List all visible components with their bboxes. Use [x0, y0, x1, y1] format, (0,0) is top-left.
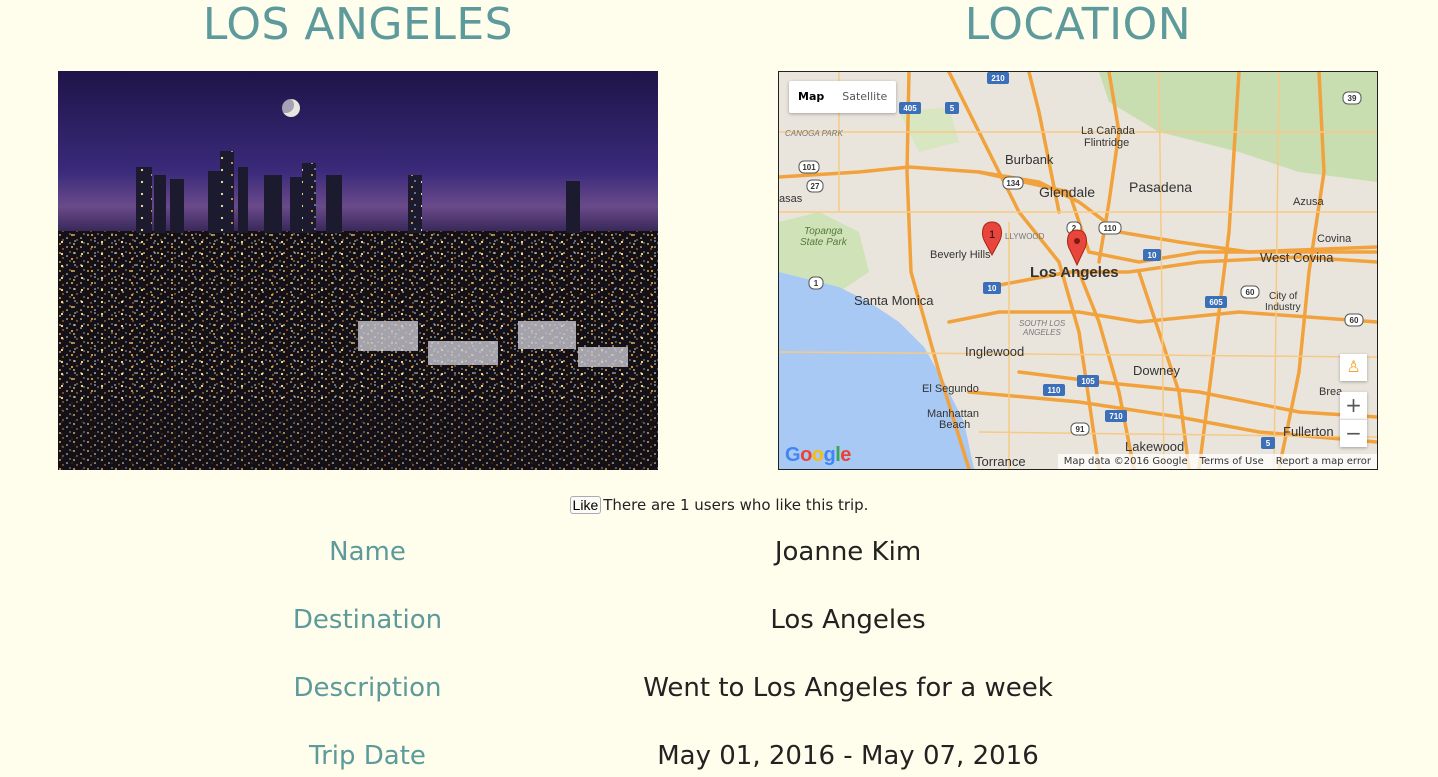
map-label-flintridge: Flintridge [1084, 137, 1129, 149]
svg-text:710: 710 [1109, 412, 1123, 421]
map-label-south-la: SOUTH LOS [1019, 319, 1066, 328]
highway-shield: 405 [899, 102, 921, 114]
svg-text:5: 5 [1266, 439, 1271, 448]
highway-shield: 5 [1261, 437, 1275, 449]
highway-shield: 110 [1098, 221, 1122, 235]
svg-text:39: 39 [1348, 94, 1357, 103]
svg-text:210: 210 [991, 74, 1005, 83]
map-label-el-segundo: El Segundo [922, 383, 979, 395]
location-map[interactable]: CANOGA PARK Topanga State Park asas Burb… [778, 71, 1378, 470]
highway-shield: 134 [1002, 176, 1024, 190]
destination-label: Destination [292, 605, 443, 635]
svg-text:110: 110 [1104, 224, 1117, 233]
city-skyline-image [58, 71, 658, 470]
map-label-asas: asas [779, 193, 803, 205]
highway-shield: 605 [1205, 296, 1227, 308]
destination-value: Los Angeles [770, 605, 926, 635]
svg-text:10: 10 [988, 284, 997, 293]
like-count-text: There are 1 users who like this trip. [603, 496, 869, 514]
svg-text:110: 110 [1048, 386, 1061, 395]
map-label-topanga-park: State Park [800, 237, 848, 248]
svg-text:60: 60 [1350, 316, 1359, 325]
highway-shield: 105 [1077, 375, 1099, 387]
trip-date-value: May 01, 2016 - May 07, 2016 [657, 741, 1039, 771]
highway-shield: 60 [1240, 285, 1260, 299]
highway-shield: 1 [808, 276, 824, 290]
svg-text:134: 134 [1006, 179, 1020, 188]
map-type-tabs: Map Satellite [789, 81, 897, 113]
highway-shield: 39 [1342, 91, 1362, 105]
highway-shield: 10 [1143, 249, 1161, 261]
description-value: Went to Los Angeles for a week [643, 673, 1053, 703]
map-data-credit: Map data ©2016 Google [1063, 456, 1188, 467]
map-label-industry: Industry [1265, 302, 1301, 313]
map-attribution: Map data ©2016 Google Terms of Use Repor… [1057, 454, 1377, 469]
svg-text:60: 60 [1246, 288, 1255, 297]
map-label-inglewood: Inglewood [965, 344, 1024, 359]
map-label-beverly-hills: Beverly Hills [930, 249, 991, 261]
map-label-topanga: Topanga [804, 226, 843, 237]
map-label-los-angeles: Los Angeles [1030, 264, 1119, 281]
map-label-la-canada: La Cañada [1081, 125, 1136, 137]
map-tab-map[interactable]: Map [789, 81, 833, 113]
svg-text:101: 101 [802, 163, 816, 172]
map-label-hollywood: LLYWOOD [1005, 232, 1045, 241]
google-logo: Google [785, 444, 851, 466]
map-label-torrance: Torrance [975, 454, 1026, 469]
highway-shield: 60 [1344, 313, 1364, 327]
highway-shield: 10 [983, 282, 1001, 294]
map-label-canoga-park: CANOGA PARK [785, 129, 843, 138]
highway-shield: 210 [987, 72, 1009, 84]
map-tab-satellite[interactable]: Satellite [833, 81, 896, 113]
highway-shield: 101 [798, 160, 820, 174]
svg-text:605: 605 [1209, 298, 1223, 307]
map-label-covina: Covina [1317, 233, 1352, 245]
svg-text:27: 27 [811, 182, 820, 191]
map-label-angeles: ANGELES [1022, 328, 1061, 337]
trip-date-label: Trip Date [309, 741, 426, 771]
city-photo [58, 71, 658, 470]
zoom-out-button[interactable]: − [1340, 419, 1367, 447]
report-map-error-link[interactable]: Report a map error [1270, 454, 1377, 469]
description-label: Description [293, 673, 442, 703]
svg-text:91: 91 [1076, 425, 1085, 434]
zoom-in-button[interactable]: + [1340, 392, 1367, 419]
map-label-fullerton: Fullerton [1283, 424, 1334, 439]
map-label-lakewood: Lakewood [1125, 439, 1184, 454]
svg-text:105: 105 [1081, 377, 1095, 386]
map-label-burbank: Burbank [1005, 152, 1054, 167]
svg-text:1: 1 [989, 229, 995, 241]
name-value: Joanne Kim [774, 537, 922, 567]
highway-shield: 110 [1043, 384, 1065, 396]
terms-of-use-link[interactable]: Terms of Use [1194, 454, 1270, 469]
map-canvas: CANOGA PARK Topanga State Park asas Burb… [779, 72, 1377, 469]
svg-text:10: 10 [1148, 251, 1157, 260]
map-label-azusa: Azusa [1293, 196, 1324, 208]
map-label-downey: Downey [1133, 363, 1180, 378]
map-label-city-of: City of [1269, 291, 1298, 302]
map-label-west-covina: West Covina [1260, 250, 1334, 265]
like-row: Like There are 1 users who like this trip… [0, 496, 1438, 514]
highway-shield: 710 [1105, 410, 1127, 422]
highway-shield: 91 [1070, 422, 1090, 436]
street-view-pegman-icon[interactable]: ♙ [1340, 354, 1367, 381]
map-label-beach: Beach [939, 419, 970, 431]
map-label-glendale: Glendale [1039, 184, 1095, 200]
highway-shield: 27 [806, 179, 824, 193]
location-heading: LOCATION [964, 0, 1192, 50]
highway-shield: 5 [945, 102, 959, 114]
svg-text:5: 5 [950, 104, 955, 113]
map-label-pasadena: Pasadena [1129, 179, 1192, 195]
name-label: Name [329, 537, 406, 567]
like-button[interactable]: Like [569, 496, 602, 514]
svg-text:405: 405 [903, 104, 917, 113]
svg-text:1: 1 [814, 279, 819, 288]
map-label-santa-monica: Santa Monica [854, 293, 934, 308]
city-heading: LOS ANGELES [202, 0, 514, 50]
